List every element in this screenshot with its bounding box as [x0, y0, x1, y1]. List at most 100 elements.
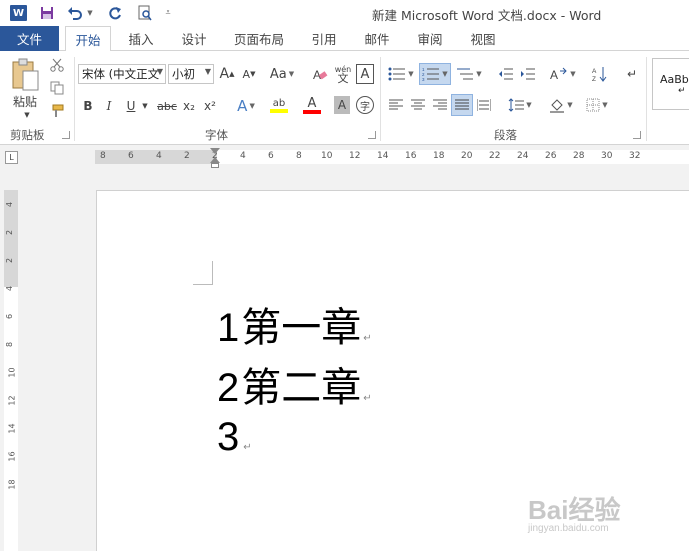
tab-design[interactable]: 设计 [172, 26, 216, 51]
align-left-icon[interactable] [387, 96, 405, 114]
show-formatting-marks-icon[interactable]: ↵ [624, 64, 640, 84]
highlight-button[interactable]: ab [264, 94, 294, 116]
ruler-tick-label: 2 [184, 151, 190, 161]
ruler-tick-label: 8 [100, 151, 106, 161]
svg-text:A: A [592, 68, 597, 75]
font-color-swatch [303, 109, 321, 114]
style-preview-mark: ↵ [678, 86, 686, 96]
document-line[interactable]: 2 第二章 ↵ [217, 355, 372, 413]
tab-home[interactable]: 开始 [65, 26, 111, 52]
paragraph-group-label: 段落 [494, 128, 517, 142]
tab-page-layout[interactable]: 页面布局 [226, 26, 292, 51]
tab-file[interactable]: 文件 [0, 26, 59, 51]
paste-icon[interactable] [8, 57, 42, 93]
print-preview-icon[interactable] [136, 3, 154, 23]
ruler-tick-label: 4 [240, 151, 246, 161]
save-icon[interactable] [38, 3, 56, 23]
ruler-tick-label: 22 [489, 151, 501, 161]
clipboard-dialog-launcher-icon[interactable] [62, 131, 70, 139]
font-size-dropdown-icon[interactable]: ▼ [205, 67, 211, 76]
character-shading-button[interactable]: A [334, 96, 350, 114]
first-line-indent-marker[interactable] [210, 148, 220, 154]
style-normal[interactable]: AaBb ↵ [652, 58, 689, 110]
ruler-tick-label: 18 [433, 151, 445, 161]
superscript-button[interactable]: x² [201, 96, 219, 116]
watermark-url: jingyan.baidu.com [528, 523, 609, 534]
strikethrough-button[interactable]: abc [155, 96, 179, 116]
underline-button[interactable]: U [124, 96, 138, 116]
phonetic-guide-char: 文 [337, 72, 349, 85]
vertical-ruler[interactable]: 4 2 2 4 6 8 10 12 14 16 18 [4, 190, 18, 551]
copy-icon[interactable] [48, 79, 66, 97]
horizontal-ruler[interactable]: 8 6 4 2 2 4 6 8 10 12 14 16 18 20 22 24 26 28 30 32 [95, 150, 689, 164]
ruler-tick-label: 16 [405, 151, 417, 161]
ruler-tick-label: 8 [5, 341, 15, 348]
tab-review[interactable]: 审阅 [408, 26, 452, 51]
tab-selector[interactable]: L [5, 151, 18, 164]
text-effects-button[interactable]: A ▼ [232, 96, 260, 116]
borders-icon[interactable]: ▼ [582, 96, 612, 114]
multilevel-list-icon[interactable]: ▼ [455, 64, 483, 84]
font-size-combo[interactable]: 小初 ▼ [168, 64, 214, 84]
justify-icon[interactable] [451, 94, 473, 116]
document-line[interactable]: 3 ↵ [217, 415, 252, 460]
font-name-combo[interactable]: 宋体 (中文正文 ▼ [78, 64, 166, 84]
chinese-layout-icon[interactable]: A ▼ [548, 64, 578, 84]
horizontal-ruler-area: L 8 6 4 2 2 4 6 8 10 12 14 16 18 20 22 24 26 28 30 32 [0, 145, 689, 168]
phonetic-guide-button[interactable]: wén 文 [333, 62, 353, 86]
highlight-label: ab [272, 97, 286, 109]
redo-icon[interactable] [106, 3, 124, 23]
clear-formatting-icon[interactable]: A [310, 64, 330, 84]
undo-icon[interactable] [66, 3, 84, 23]
distributed-icon[interactable] [475, 96, 493, 114]
group-divider [380, 57, 381, 141]
sort-icon[interactable]: AZ [590, 64, 610, 84]
numbering-icon[interactable]: 1 2 3 ▼ [419, 63, 451, 85]
italic-button[interactable]: I [101, 96, 117, 116]
enclose-characters-button[interactable]: 字 [356, 96, 374, 114]
font-group-label: 字体 [205, 128, 228, 142]
font-name-dropdown-icon[interactable]: ▼ [157, 67, 163, 76]
ruler-tick-label: 4 [5, 201, 15, 208]
font-size-value: 小初 [172, 67, 195, 81]
tab-mailings[interactable]: 邮件 [356, 26, 398, 51]
list-number: 2 [217, 366, 240, 410]
list-number: 1 [217, 306, 240, 350]
decrease-indent-icon[interactable] [496, 64, 516, 84]
group-divider [74, 57, 75, 141]
document-line[interactable]: 1 第一章 ↵ [217, 295, 372, 353]
paragraph-shading-icon[interactable]: ▼ [546, 96, 576, 114]
format-painter-icon[interactable] [48, 102, 66, 120]
paragraph-dialog-launcher-icon[interactable] [633, 131, 641, 139]
increase-indent-icon[interactable] [518, 64, 538, 84]
align-center-icon[interactable] [409, 96, 427, 114]
cut-icon[interactable] [48, 56, 66, 74]
bold-button[interactable]: B [80, 96, 96, 116]
font-dialog-launcher-icon[interactable] [368, 131, 376, 139]
grow-font-button[interactable]: A ▲ [218, 64, 236, 84]
bullets-icon[interactable]: ▼ [387, 64, 415, 84]
character-border-button[interactable]: A [356, 64, 374, 84]
undo-dropdown-icon[interactable]: ▼ [85, 3, 95, 23]
ribbon: 粘贴 ▼ 剪贴板 宋体 (中文正文 ▼ 小初 ▼ A ▲ A ▼ Aa ▼ A wén… [0, 51, 689, 145]
paragraph-mark: ↵ [363, 393, 372, 404]
shrink-font-button[interactable]: A ▼ [240, 64, 258, 84]
ruler-tick-label: 12 [7, 395, 17, 406]
customize-icon[interactable]: ⩡ [162, 3, 174, 23]
paste-dropdown-icon[interactable]: ▼ [20, 111, 34, 119]
ruler-tick-label: 18 [7, 479, 17, 490]
font-color-button[interactable]: A [298, 94, 326, 116]
line-spacing-icon[interactable]: ▼ [505, 96, 535, 114]
change-case-button[interactable]: Aa ▼ [268, 64, 296, 84]
underline-dropdown-icon[interactable]: ▼ [140, 96, 150, 116]
ribbon-tabs: 文件 开始 插入 设计 页面布局 引用 邮件 审阅 视图 [0, 26, 689, 52]
clipboard-group-label: 剪贴板 [10, 128, 45, 142]
tab-insert[interactable]: 插入 [120, 26, 162, 51]
subscript-button[interactable]: x₂ [180, 96, 198, 116]
font-name-value: 宋体 (中文正文 [82, 67, 160, 81]
list-number: 3 [217, 415, 240, 459]
tab-references[interactable]: 引用 [302, 26, 346, 51]
align-right-icon[interactable] [431, 96, 449, 114]
paste-button[interactable]: 粘贴 [10, 93, 40, 109]
tab-view[interactable]: 视图 [462, 26, 504, 51]
